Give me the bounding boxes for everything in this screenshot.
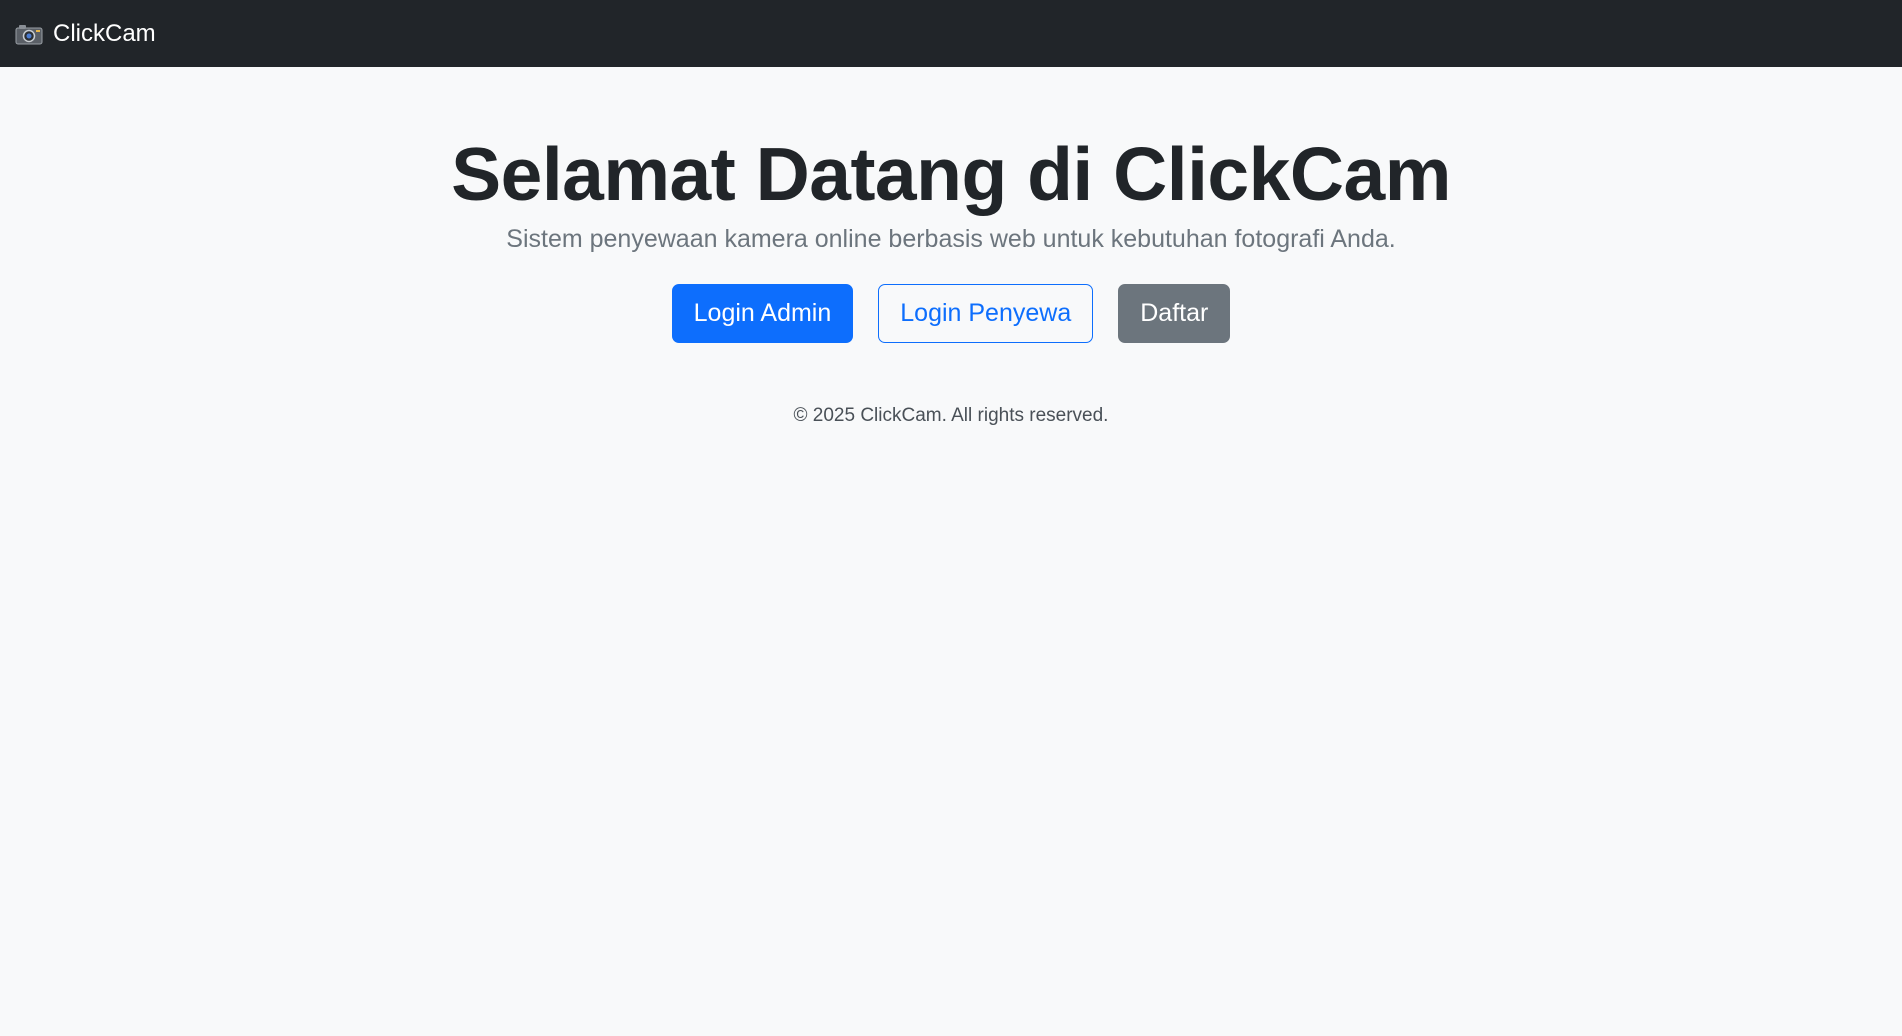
brand-link[interactable]: ClickCam: [15, 20, 156, 48]
login-admin-button[interactable]: Login Admin: [671, 284, 854, 343]
camera-icon: [15, 23, 43, 45]
brand-label: ClickCam: [53, 19, 156, 47]
copyright-text: © 2025 ClickCam. All rights reserved.: [793, 405, 1109, 426]
hero-section: Selamat Datang di ClickCam Sistem penyew…: [0, 67, 1902, 427]
action-buttons: Login Admin Login Penyewa Daftar: [0, 284, 1902, 343]
footer: © 2025 ClickCam. All rights reserved.: [0, 405, 1902, 427]
daftar-button[interactable]: Daftar: [1118, 284, 1231, 343]
top-navbar: ClickCam: [0, 0, 1902, 67]
hero-subtitle: Sistem penyewaan kamera online berbasis …: [506, 225, 1396, 253]
login-penyewa-button[interactable]: Login Penyewa: [878, 284, 1094, 343]
hero-title: Selamat Datang di ClickCam: [451, 132, 1451, 216]
